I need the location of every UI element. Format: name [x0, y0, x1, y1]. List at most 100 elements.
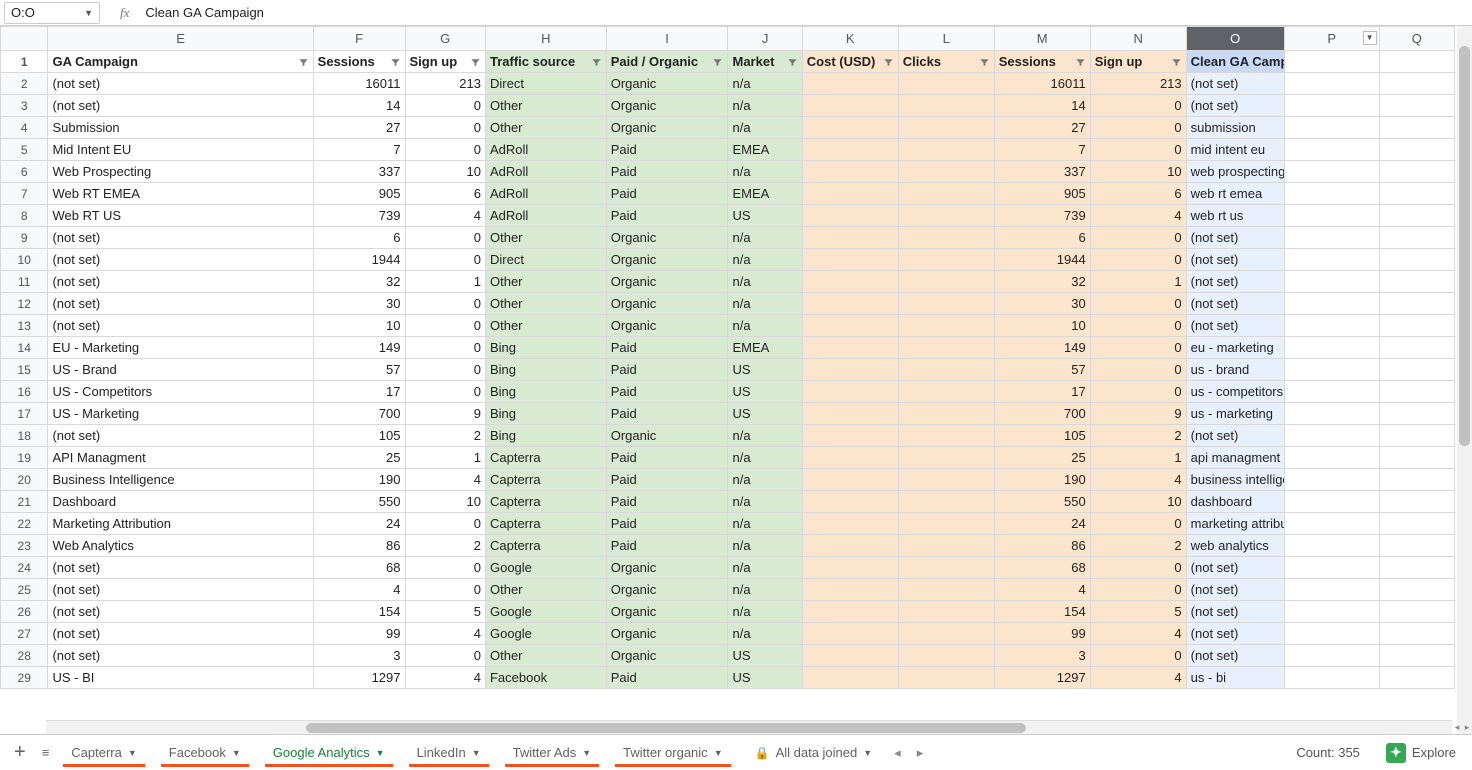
cell[interactable]: Web RT EMEA [48, 183, 313, 205]
cell[interactable]: n/a [728, 579, 802, 601]
row-header[interactable]: 2 [1, 73, 48, 95]
column-header[interactable] [1, 27, 48, 51]
row-header[interactable]: 8 [1, 205, 48, 227]
cell[interactable] [898, 117, 994, 139]
cell[interactable]: Web Prospecting [48, 161, 313, 183]
cell[interactable] [1379, 315, 1454, 337]
row-header[interactable]: 22 [1, 513, 48, 535]
cell[interactable]: 30 [313, 293, 405, 315]
cell[interactable] [898, 667, 994, 689]
cell[interactable] [1284, 579, 1379, 601]
row-header[interactable]: 21 [1, 491, 48, 513]
cell[interactable] [1284, 205, 1379, 227]
cell[interactable] [1379, 161, 1454, 183]
cell[interactable]: EU - Marketing [48, 337, 313, 359]
filter-icon[interactable] [298, 54, 309, 69]
cell[interactable]: 14 [313, 95, 405, 117]
cell[interactable] [1284, 249, 1379, 271]
cell[interactable]: Organic [606, 227, 728, 249]
cell[interactable]: web rt emea [1186, 183, 1284, 205]
cell[interactable] [898, 469, 994, 491]
cell[interactable]: (not set) [48, 271, 313, 293]
cell[interactable] [1284, 73, 1379, 95]
cell[interactable]: 17 [994, 381, 1090, 403]
cell[interactable]: Google [485, 601, 606, 623]
cell[interactable]: n/a [728, 117, 802, 139]
cell[interactable]: 1944 [313, 249, 405, 271]
cell[interactable]: 9 [405, 403, 485, 425]
cell[interactable] [802, 535, 898, 557]
chevron-down-icon[interactable]: ▼ [582, 748, 591, 758]
row-header[interactable]: 10 [1, 249, 48, 271]
cell[interactable]: us - brand [1186, 359, 1284, 381]
cell[interactable]: 700 [994, 403, 1090, 425]
cell[interactable]: Business Intelligence [48, 469, 313, 491]
cell[interactable]: 0 [1090, 557, 1186, 579]
cell[interactable]: 0 [405, 579, 485, 601]
cell[interactable] [1284, 161, 1379, 183]
cell[interactable] [1379, 381, 1454, 403]
cell[interactable]: 905 [994, 183, 1090, 205]
cell[interactable]: 0 [405, 139, 485, 161]
cell[interactable]: (not set) [48, 579, 313, 601]
cell[interactable]: Dashboard [48, 491, 313, 513]
cell[interactable]: (not set) [48, 557, 313, 579]
cell[interactable] [802, 601, 898, 623]
cell[interactable]: Organic [606, 623, 728, 645]
cell[interactable] [898, 513, 994, 535]
sheet-tab[interactable]: Twitter organic▼ [611, 739, 734, 766]
cell[interactable]: n/a [728, 95, 802, 117]
cell[interactable]: 0 [405, 645, 485, 667]
cell[interactable] [1284, 139, 1379, 161]
cell[interactable] [1284, 337, 1379, 359]
cell[interactable] [1284, 557, 1379, 579]
cell[interactable]: n/a [728, 513, 802, 535]
cell[interactable]: Paid [606, 667, 728, 689]
cell[interactable]: n/a [728, 557, 802, 579]
cell[interactable]: n/a [728, 535, 802, 557]
cell[interactable]: 154 [313, 601, 405, 623]
cell[interactable]: Paid [606, 359, 728, 381]
cell[interactable]: 1 [405, 271, 485, 293]
cell[interactable]: 27 [313, 117, 405, 139]
cell[interactable] [1379, 645, 1454, 667]
cell[interactable] [898, 535, 994, 557]
row-header[interactable]: 25 [1, 579, 48, 601]
row-header[interactable]: 23 [1, 535, 48, 557]
cell[interactable] [898, 601, 994, 623]
cell[interactable] [1379, 117, 1454, 139]
cell[interactable] [1284, 183, 1379, 205]
field-header[interactable]: Sign up [405, 51, 485, 73]
chevron-down-icon[interactable]: ▼ [863, 748, 872, 758]
cell[interactable] [802, 425, 898, 447]
row-header[interactable]: 7 [1, 183, 48, 205]
cell[interactable] [898, 161, 994, 183]
cell[interactable] [1284, 403, 1379, 425]
cell[interactable]: Web Analytics [48, 535, 313, 557]
cell[interactable] [1284, 601, 1379, 623]
cell[interactable]: web rt us [1186, 205, 1284, 227]
chevron-down-icon[interactable]: ▼ [714, 748, 723, 758]
cell[interactable]: 17 [313, 381, 405, 403]
cell[interactable] [1379, 403, 1454, 425]
row-header[interactable]: 26 [1, 601, 48, 623]
cell[interactable] [802, 117, 898, 139]
filter-icon[interactable] [787, 54, 798, 69]
cell[interactable] [898, 557, 994, 579]
cell[interactable]: 1297 [994, 667, 1090, 689]
row-header[interactable]: 24 [1, 557, 48, 579]
field-header[interactable]: GA Campaign [48, 51, 313, 73]
cell[interactable]: n/a [728, 623, 802, 645]
cell[interactable] [1379, 271, 1454, 293]
cell[interactable] [1284, 513, 1379, 535]
cell[interactable] [802, 227, 898, 249]
cell[interactable] [898, 95, 994, 117]
cell[interactable]: 25 [994, 447, 1090, 469]
cell[interactable] [802, 447, 898, 469]
cell[interactable] [1284, 623, 1379, 645]
cell[interactable]: (not set) [1186, 645, 1284, 667]
cell[interactable] [1379, 205, 1454, 227]
cell[interactable] [1379, 249, 1454, 271]
cell[interactable]: 6 [1090, 183, 1186, 205]
cell[interactable]: 30 [994, 293, 1090, 315]
